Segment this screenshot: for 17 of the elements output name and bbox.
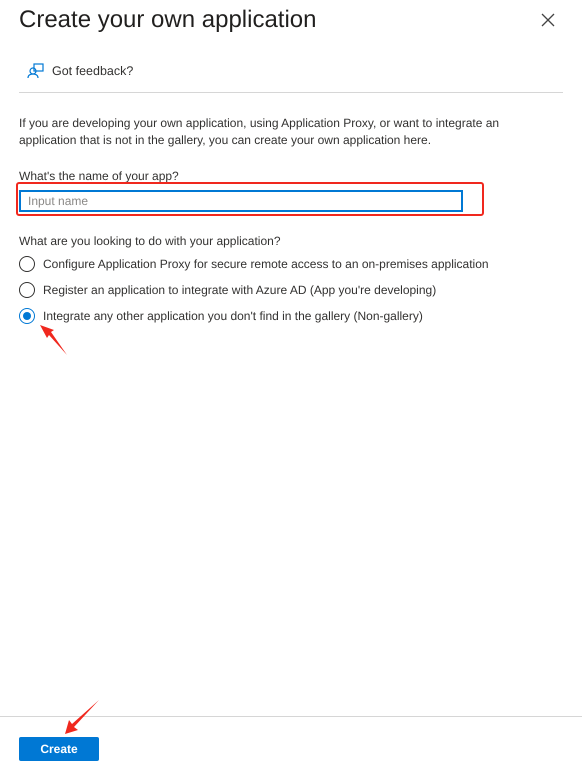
create-button[interactable]: Create xyxy=(19,737,99,761)
radio-option[interactable]: Register an application to integrate with Azure AD (App you're developing) xyxy=(19,280,563,299)
radio-option[interactable]: Configure Application Proxy for secure remote access to an on-premises application xyxy=(19,254,563,273)
question-label: What are you looking to do with your application? xyxy=(19,234,282,248)
name-input[interactable]: Input name xyxy=(19,190,463,212)
field-label: What's the name of your app? xyxy=(19,169,180,183)
arrow-annotation xyxy=(39,324,69,356)
feedback-icon xyxy=(27,63,44,79)
panel-title: Create your own application xyxy=(19,6,317,34)
radio-option[interactable]: Integrate any other application you don't find in the gallery (Non-gallery) xyxy=(19,306,563,325)
radio-button[interactable] xyxy=(19,308,35,324)
arrow-annotation xyxy=(64,699,100,735)
feedback-link[interactable]: Got feedback? xyxy=(19,63,134,79)
radio-button[interactable] xyxy=(19,282,35,298)
close-icon[interactable] xyxy=(541,13,555,27)
description-text: If you are developing your own application, using Application Proxy, or want to integrate an application that is not in the gallery, you can create your own application here. xyxy=(19,115,500,149)
radio-button[interactable] xyxy=(19,256,35,272)
